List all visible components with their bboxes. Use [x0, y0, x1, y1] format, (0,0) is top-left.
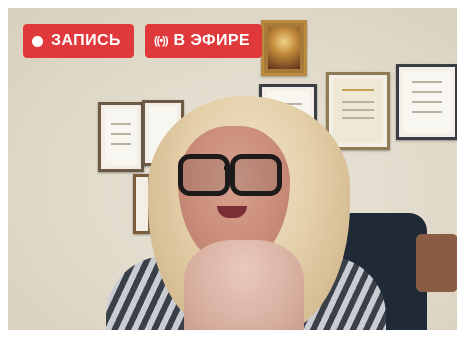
icon-frame-image — [261, 20, 307, 76]
live-badge: ((•)) В ЭФИРЕ — [145, 24, 262, 58]
diploma-frame-image — [326, 72, 390, 150]
recording-badge: ЗАПИСЬ — [23, 24, 134, 58]
glasses-bridge — [224, 166, 234, 170]
glasses-left-lens — [178, 154, 230, 196]
chair-armrest-image — [416, 234, 457, 292]
scarf-image — [184, 240, 304, 330]
certificate-frame-image — [396, 64, 457, 140]
broadcast-icon: ((•)) — [154, 35, 168, 47]
live-label: В ЭФИРЕ — [173, 32, 250, 49]
certificate-frame-image — [98, 102, 144, 172]
recording-label: ЗАПИСЬ — [51, 32, 121, 49]
record-dot-icon — [32, 35, 43, 47]
glasses-right-lens — [230, 154, 282, 196]
